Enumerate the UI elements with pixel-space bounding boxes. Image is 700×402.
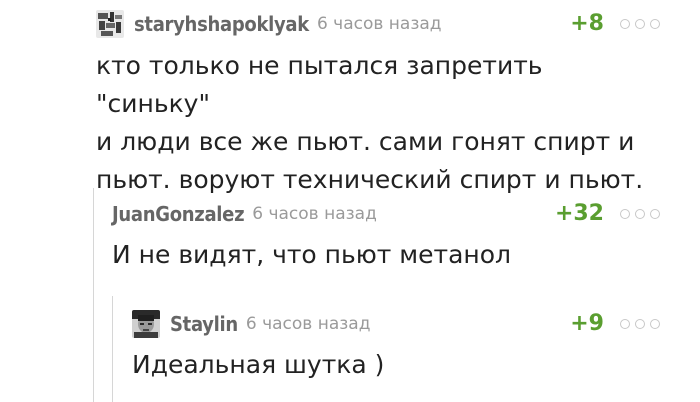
comment-time[interactable]: 6 часов назад (246, 314, 371, 334)
comment-text: И не видят, что пьют метанол (112, 240, 512, 269)
more-options-icon[interactable] (620, 319, 660, 329)
comment-rating: +32 (554, 201, 604, 226)
comment-rating: +9 (570, 311, 604, 336)
thread-branch-line[interactable] (93, 188, 94, 402)
comment-author[interactable]: Staylin (170, 312, 238, 336)
avatar[interactable] (96, 10, 124, 38)
comment-author[interactable]: staryhshapoklyak (134, 12, 309, 36)
user-avatar-icon (132, 310, 160, 338)
comment: Staylin 6 часов назад +9 Идеальная шутка… (132, 310, 660, 384)
comment-text: Идеальная шутка ) (132, 350, 385, 379)
comment-thread: staryhshapoklyak 6 часов назад +8 кто то… (0, 0, 700, 402)
comment-header: Staylin 6 часов назад +9 (132, 310, 660, 338)
comment-header: staryhshapoklyak 6 часов назад +8 (96, 10, 660, 38)
comment-time[interactable]: 6 часов назад (252, 204, 377, 224)
comment: staryhshapoklyak 6 часов назад +8 кто то… (96, 10, 660, 199)
user-avatar-icon (96, 10, 124, 38)
more-options-icon[interactable] (620, 19, 660, 29)
comment-text: кто только не пытался запретить "синьку"… (96, 51, 644, 194)
more-options-icon[interactable] (620, 209, 660, 219)
comment: JuanGonzalez 6 часов назад +32 И не видя… (112, 200, 660, 274)
comment-author[interactable]: JuanGonzalez (112, 202, 245, 226)
comment-time[interactable]: 6 часов назад (317, 14, 442, 34)
avatar[interactable] (132, 310, 160, 338)
thread-branch-line[interactable] (112, 296, 113, 402)
comment-header: JuanGonzalez 6 часов назад +32 (112, 200, 660, 228)
comment-rating: +8 (570, 11, 604, 36)
